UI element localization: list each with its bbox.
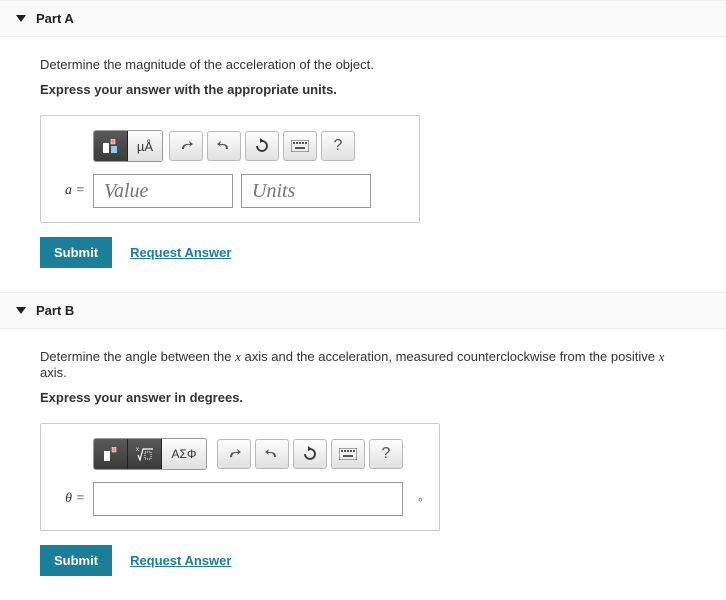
redo-icon bbox=[264, 447, 280, 461]
part-a-var-label: a = bbox=[55, 183, 85, 199]
reset-button[interactable] bbox=[245, 131, 279, 161]
redo-icon bbox=[216, 139, 232, 153]
part-b-header[interactable]: Part B bbox=[0, 292, 726, 329]
radical-button[interactable]: x bbox=[128, 439, 162, 469]
units-button[interactable]: µÅ bbox=[128, 131, 162, 161]
request-answer-link[interactable]: Request Answer bbox=[130, 245, 231, 260]
keyboard-icon bbox=[339, 448, 357, 460]
undo-icon bbox=[178, 139, 194, 153]
keyboard-icon bbox=[291, 140, 309, 152]
template-button[interactable] bbox=[94, 131, 128, 161]
units-input[interactable] bbox=[241, 174, 371, 208]
part-a-actions: Submit Request Answer bbox=[40, 237, 686, 268]
redo-button[interactable] bbox=[207, 131, 241, 161]
part-b-body: Determine the angle between the x axis a… bbox=[0, 329, 726, 600]
q-prefix: Determine the angle between the bbox=[40, 349, 235, 364]
part-a-title: Part A bbox=[36, 11, 74, 26]
svg-text:x: x bbox=[136, 447, 139, 453]
radical-icon: x bbox=[136, 447, 154, 461]
reset-button[interactable] bbox=[293, 439, 327, 469]
keyboard-button[interactable] bbox=[331, 439, 365, 469]
undo-button[interactable] bbox=[217, 439, 251, 469]
part-b-title: Part B bbox=[36, 303, 74, 318]
part-b-actions: Submit Request Answer bbox=[40, 545, 686, 576]
part-b-toolbar: x ΑΣΦ ? bbox=[93, 438, 425, 470]
q-suffix: axis. bbox=[40, 365, 67, 380]
q-var2: x bbox=[659, 349, 665, 364]
collapse-icon bbox=[16, 15, 26, 22]
part-a-toolbar: µÅ ? bbox=[93, 130, 405, 162]
part-b-var-label: θ = bbox=[55, 491, 85, 507]
request-answer-link[interactable]: Request Answer bbox=[130, 553, 231, 568]
help-button[interactable]: ? bbox=[321, 131, 355, 161]
template-icon bbox=[104, 447, 118, 461]
template-button[interactable] bbox=[94, 439, 128, 469]
value-input[interactable] bbox=[93, 174, 233, 208]
part-a-header[interactable]: Part A bbox=[0, 0, 726, 37]
part-a-question: Determine the magnitude of the accelerat… bbox=[40, 57, 686, 72]
redo-button[interactable] bbox=[255, 439, 289, 469]
part-b-instruction: Express your answer in degrees. bbox=[40, 390, 686, 405]
help-button[interactable]: ? bbox=[369, 439, 403, 469]
undo-button[interactable] bbox=[169, 131, 203, 161]
template-group: x ΑΣΦ bbox=[93, 438, 207, 470]
template-group: µÅ bbox=[93, 130, 163, 162]
part-a-input-row: a = bbox=[55, 174, 405, 208]
q-mid: axis and the acceleration, measured coun… bbox=[241, 349, 659, 364]
part-b-answer-box: x ΑΣΦ ? θ = ∘ bbox=[40, 423, 440, 531]
theta-input[interactable] bbox=[93, 482, 403, 516]
reset-icon bbox=[302, 446, 318, 462]
part-b-input-row: θ = ∘ bbox=[55, 482, 425, 516]
keyboard-button[interactable] bbox=[283, 131, 317, 161]
submit-button[interactable]: Submit bbox=[40, 237, 112, 268]
collapse-icon bbox=[16, 307, 26, 314]
template-icon bbox=[103, 139, 119, 153]
part-a-instruction: Express your answer with the appropriate… bbox=[40, 82, 686, 97]
reset-icon bbox=[254, 138, 270, 154]
greek-button[interactable]: ΑΣΦ bbox=[162, 439, 206, 469]
submit-button[interactable]: Submit bbox=[40, 545, 112, 576]
degree-symbol: ∘ bbox=[417, 493, 424, 506]
part-b-question: Determine the angle between the x axis a… bbox=[40, 349, 686, 380]
undo-icon bbox=[226, 447, 242, 461]
part-a-answer-box: µÅ ? a = bbox=[40, 115, 420, 223]
part-a-body: Determine the magnitude of the accelerat… bbox=[0, 37, 726, 292]
